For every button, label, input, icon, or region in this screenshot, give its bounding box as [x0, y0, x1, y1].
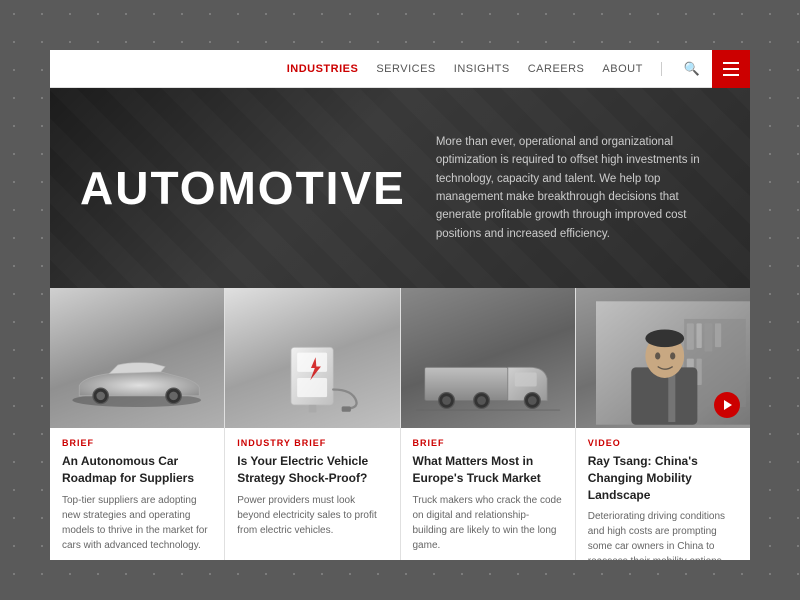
card-3-image	[401, 288, 575, 428]
nav-about[interactable]: ABOUT	[602, 63, 642, 75]
hamburger-button[interactable]	[712, 50, 750, 88]
main-card: INDUSTRIES SERVICES INSIGHTS CAREERS ABO…	[50, 50, 750, 560]
card-4-type: VIDEO	[588, 438, 738, 448]
card-3-desc: Truck makers who crack the code on digit…	[413, 493, 563, 553]
truck-illustration	[406, 348, 570, 418]
hamburger-line-1	[723, 62, 739, 64]
hero-description: More than ever, operational and organiza…	[436, 133, 720, 243]
card-ev-strategy[interactable]: INDUSTRY BRIEF Is Your Electric Vehicle …	[225, 288, 400, 560]
card-1-type: BRIEF	[62, 438, 212, 448]
nav-insights[interactable]: INSIGHTS	[454, 63, 510, 75]
hero-title: AUTOMOTIVE	[80, 165, 406, 211]
ev-illustration	[245, 338, 379, 418]
nav-bar: INDUSTRIES SERVICES INSIGHTS CAREERS ABO…	[50, 50, 750, 88]
hamburger-line-2	[723, 68, 739, 70]
hero-section: AUTOMOTIVE More than ever, operational a…	[50, 88, 750, 288]
card-autonomous-car[interactable]: BRIEF An Autonomous Car Roadmap for Supp…	[50, 288, 225, 560]
car-illustration	[60, 353, 214, 413]
card-2-title: Is Your Electric Vehicle Strategy Shock-…	[237, 453, 387, 487]
card-2-desc: Power providers must look beyond electri…	[237, 493, 387, 538]
card-4-body: VIDEO Ray Tsang: China's Changing Mobili…	[576, 428, 750, 560]
card-4-desc: Deteriorating driving conditions and hig…	[588, 509, 738, 560]
nav-divider	[661, 62, 662, 76]
card-3-body: BRIEF What Matters Most in Europe's Truc…	[401, 428, 575, 560]
card-2-body: INDUSTRY BRIEF Is Your Electric Vehicle …	[225, 428, 399, 560]
card-3-type: BRIEF	[413, 438, 563, 448]
card-ray-tsang-video[interactable]: VIDEO Ray Tsang: China's Changing Mobili…	[576, 288, 750, 560]
card-1-desc: Top-tier suppliers are adopting new stra…	[62, 493, 212, 553]
card-4-title: Ray Tsang: China's Changing Mobility Lan…	[588, 453, 738, 503]
nav-links: INDUSTRIES SERVICES INSIGHTS CAREERS ABO…	[287, 61, 712, 77]
nav-services[interactable]: SERVICES	[376, 63, 435, 75]
card-2-image	[225, 288, 399, 428]
video-play-button[interactable]	[714, 392, 740, 418]
card-truck-market[interactable]: BRIEF What Matters Most in Europe's Truc…	[401, 288, 576, 560]
card-4-image	[576, 288, 750, 428]
cards-section: BRIEF An Autonomous Car Roadmap for Supp…	[50, 288, 750, 560]
card-1-image	[50, 288, 224, 428]
search-icon[interactable]: 🔍	[680, 61, 704, 77]
nav-industries[interactable]: INDUSTRIES	[287, 63, 359, 75]
card-1-title: An Autonomous Car Roadmap for Suppliers	[62, 453, 212, 487]
card-1-body: BRIEF An Autonomous Car Roadmap for Supp…	[50, 428, 224, 560]
nav-careers[interactable]: CAREERS	[528, 63, 585, 75]
hamburger-line-3	[723, 74, 739, 76]
card-3-title: What Matters Most in Europe's Truck Mark…	[413, 453, 563, 487]
card-2-type: INDUSTRY BRIEF	[237, 438, 387, 448]
hero-content: AUTOMOTIVE More than ever, operational a…	[50, 88, 750, 288]
